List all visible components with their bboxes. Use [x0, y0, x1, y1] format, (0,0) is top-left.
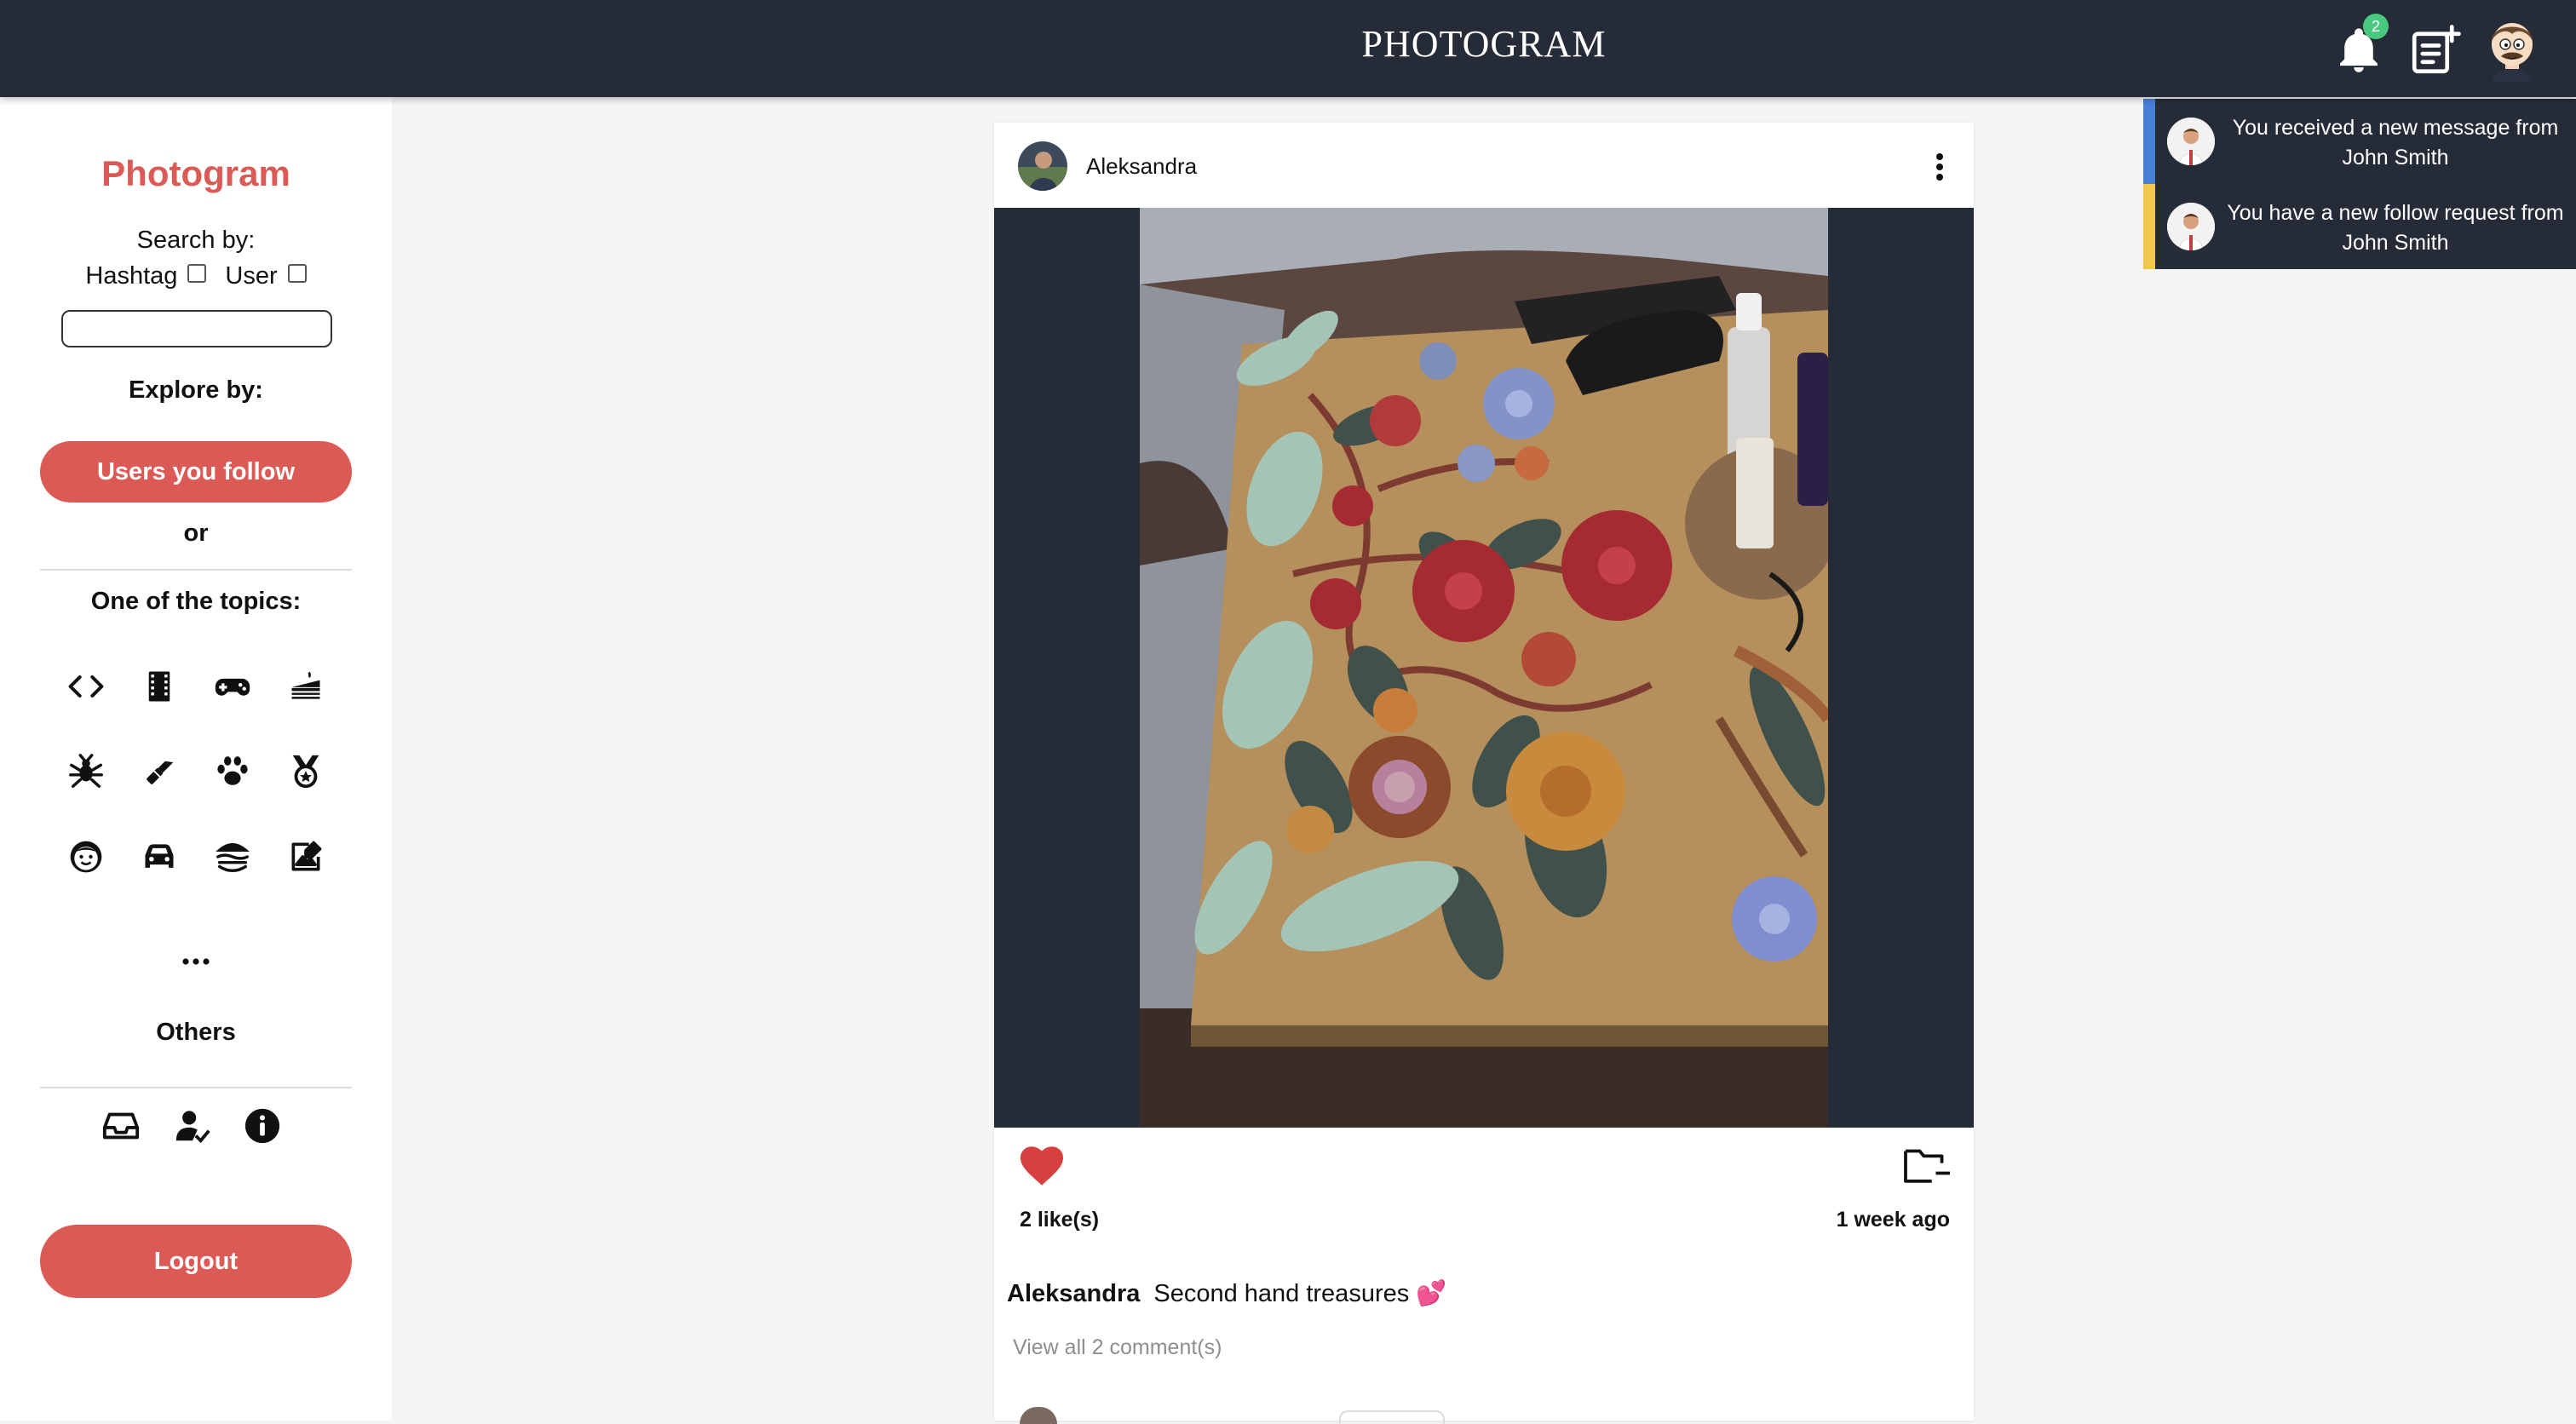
inbox-icon[interactable] — [97, 1102, 145, 1150]
likes-count: 2 like(s) — [1020, 1208, 1100, 1232]
lipstick-icon[interactable] — [134, 746, 185, 797]
divider — [40, 569, 352, 571]
search-options: Hashtag User — [0, 262, 392, 290]
notification-accent-stripe — [2143, 184, 2155, 269]
save-folder-icon[interactable] — [1901, 1143, 1954, 1187]
view-comments-link[interactable]: View all 2 comment(s) — [1013, 1335, 1222, 1360]
notification-follow-request[interactable]: You have a new follow request from John … — [2143, 184, 2576, 269]
others-label: Others — [156, 1019, 236, 1046]
or-label: or — [183, 520, 209, 547]
notification-message[interactable]: You received a new message from John Smi… — [2143, 99, 2576, 184]
code-icon[interactable] — [60, 661, 112, 712]
user-label: User — [225, 262, 278, 290]
topics-label: One of the topics: — [90, 588, 302, 615]
car-icon[interactable] — [134, 831, 185, 882]
paw-icon[interactable] — [207, 746, 258, 797]
post-username[interactable]: Aleksandra — [1086, 153, 1197, 180]
more-options-icon[interactable] — [1923, 148, 1957, 186]
user-check-icon[interactable] — [169, 1102, 216, 1150]
comment-input-edge — [1339, 1410, 1445, 1424]
hashtag-checkbox[interactable] — [187, 264, 207, 283]
profile-avatar[interactable] — [2482, 14, 2542, 82]
search-input[interactable] — [61, 310, 332, 347]
comment-avatar — [1020, 1407, 1057, 1424]
medal-icon[interactable] — [280, 746, 331, 797]
hamburger-icon[interactable] — [207, 831, 258, 882]
top-navbar: PHOTOGRAM 2 — [0, 0, 2576, 97]
notification-count-badge: 2 — [2363, 14, 2389, 39]
explore-by-label: Explore by: — [129, 376, 263, 404]
child-face-icon[interactable] — [60, 831, 112, 882]
post-author-avatar[interactable] — [1018, 141, 1067, 191]
divider — [40, 1087, 352, 1088]
notification-avatar — [2167, 118, 2215, 165]
post-card: Aleksandra 2 like(s) 1 week ago Aleksand… — [994, 123, 1974, 1424]
post-photo — [1140, 208, 1828, 1128]
post-timestamp: 1 week ago — [1836, 1208, 1950, 1232]
app-brand-title[interactable]: PHOTOGRAM — [1203, 22, 1765, 66]
search-by-label: Search by: — [136, 227, 256, 254]
user-checkbox[interactable] — [287, 264, 307, 283]
cake-icon[interactable] — [280, 661, 331, 712]
hashtag-label: Hashtag — [85, 262, 178, 290]
notification-text: You received a new message from John Smi… — [2232, 116, 2559, 169]
like-heart-icon[interactable] — [1018, 1145, 1066, 1187]
gamepad-icon[interactable] — [207, 661, 258, 712]
caption-text: Second hand treasures 💕 — [1153, 1280, 1447, 1307]
post-caption: Aleksandra Second hand treasures 💕 — [1007, 1279, 1446, 1308]
sidebar-logo[interactable]: Photogram — [0, 153, 392, 194]
film-icon[interactable] — [134, 661, 185, 712]
users-you-follow-button[interactable]: Users you follow — [40, 441, 352, 502]
notification-text: You have a new follow request from John … — [2227, 201, 2564, 255]
info-icon[interactable] — [239, 1102, 286, 1150]
sidebar: Photogram Search by: Hashtag User Explore… — [0, 97, 392, 1421]
post-image[interactable] — [994, 208, 1974, 1128]
notification-accent-stripe — [2143, 99, 2155, 184]
photo-edit-icon[interactable] — [280, 831, 331, 882]
logout-button[interactable]: Logout — [40, 1225, 352, 1298]
caption-username[interactable]: Aleksandra — [1007, 1280, 1140, 1307]
new-post-icon[interactable] — [2407, 22, 2464, 78]
more-topics-icon[interactable] — [172, 949, 220, 974]
bug-icon[interactable] — [60, 746, 112, 797]
notification-avatar — [2167, 203, 2215, 250]
